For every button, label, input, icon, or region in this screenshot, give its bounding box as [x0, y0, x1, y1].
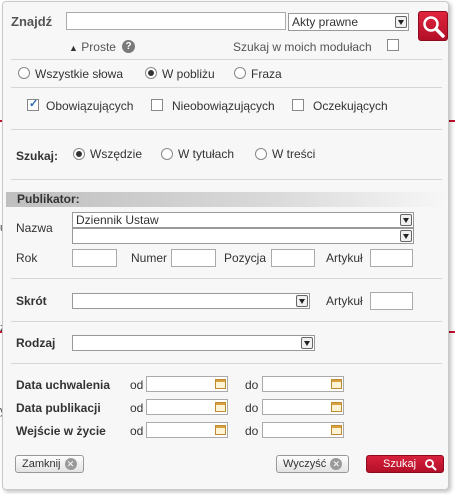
- checkbox-pending[interactable]: [292, 99, 304, 111]
- date-published-from[interactable]: [146, 399, 228, 415]
- checkbox-not-in-force-label: Nieobowiązujących: [172, 99, 275, 113]
- radio-all-words[interactable]: [18, 67, 30, 79]
- publisher-name-label: Nazwa: [16, 221, 53, 235]
- calendar-icon[interactable]: [215, 402, 226, 412]
- simple-mode-link[interactable]: ▲ Proste: [69, 40, 116, 54]
- chevron-down-icon: [400, 230, 412, 242]
- date-from-label: od: [130, 401, 144, 415]
- date-from-label: od: [130, 378, 144, 392]
- chevron-down-icon: [301, 337, 313, 349]
- radio-content-label: W treści: [272, 147, 316, 161]
- close-button-label: Zamknij: [22, 458, 61, 470]
- date-effective-label: Wejście w życie: [16, 424, 106, 438]
- abbrev-label: Skrót: [16, 294, 47, 308]
- divider: [11, 278, 442, 279]
- publisher-article-input[interactable]: [370, 249, 413, 267]
- radio-nearby-label: W pobliżu: [162, 67, 215, 81]
- checkbox-in-force-label: Obowiązujących: [46, 99, 134, 113]
- triangle-up-icon: ▲: [69, 43, 78, 53]
- radio-content[interactable]: [255, 148, 267, 160]
- abbrev-article-input[interactable]: [370, 292, 413, 310]
- number-label: Numer: [131, 251, 168, 265]
- radio-titles-label: W tytułach: [178, 147, 235, 161]
- clear-button-label: Wyczyść: [283, 458, 327, 470]
- my-modules-label: Szukaj w moich modułach: [233, 40, 372, 54]
- scope-select-value: Akty prawne: [292, 15, 359, 29]
- date-from-label: od: [130, 424, 144, 438]
- my-modules-checkbox[interactable]: [387, 39, 399, 51]
- chevron-down-icon: [296, 295, 308, 307]
- date-published-to[interactable]: [262, 399, 344, 415]
- calendar-icon[interactable]: [331, 402, 342, 412]
- radio-all-words-label: Wszystkie słowa: [35, 67, 124, 81]
- divider: [11, 59, 442, 60]
- date-to-label: do: [245, 378, 259, 392]
- search-in-label: Szukaj:: [16, 149, 59, 163]
- close-icon: ✕: [64, 458, 77, 471]
- search-button[interactable]: [418, 11, 448, 41]
- position-label: Pozycja: [224, 251, 267, 265]
- date-adopted-to[interactable]: [262, 376, 344, 392]
- radio-phrase[interactable]: [234, 67, 246, 79]
- scope-select[interactable]: Akty prawne: [288, 13, 409, 31]
- date-to-label: do: [245, 401, 259, 415]
- divider: [11, 363, 442, 364]
- year-input[interactable]: [72, 249, 117, 267]
- abbrev-article-label: Artykuł: [326, 294, 363, 308]
- radio-nearby[interactable]: [145, 67, 157, 79]
- advanced-search-panel: Znajdź Akty prawne ▲ Proste ? Szukaj w m…: [2, 1, 449, 490]
- date-effective-to[interactable]: [262, 422, 344, 438]
- position-input[interactable]: [271, 249, 315, 267]
- help-icon[interactable]: ?: [122, 40, 135, 53]
- search-icon: [425, 459, 437, 471]
- radio-titles[interactable]: [161, 148, 173, 160]
- checkbox-in-force[interactable]: [27, 97, 39, 111]
- simple-mode-label: Proste: [81, 40, 116, 54]
- kind-select[interactable]: [72, 335, 315, 351]
- year-label: Rok: [16, 251, 38, 265]
- calendar-icon[interactable]: [215, 425, 226, 435]
- publisher-header: Publikator:: [6, 192, 447, 207]
- radio-phrase-label: Fraza: [251, 67, 282, 81]
- clear-button[interactable]: Wyczyść ✕: [276, 455, 350, 473]
- publisher-name-select[interactable]: Dziennik Ustaw: [72, 212, 414, 228]
- checkbox-pending-label: Oczekujących: [313, 99, 388, 113]
- divider: [11, 321, 442, 322]
- close-icon: ✕: [330, 458, 343, 471]
- date-effective-from[interactable]: [146, 422, 228, 438]
- publisher-name-select-2[interactable]: [72, 228, 414, 244]
- abbrev-select[interactable]: [72, 293, 310, 309]
- kind-label: Rodzaj: [16, 336, 56, 350]
- date-to-label: do: [245, 424, 259, 438]
- date-adopted-label: Data uchwalenia: [16, 378, 111, 392]
- calendar-icon[interactable]: [331, 379, 342, 389]
- search-icon: [423, 16, 445, 38]
- number-input[interactable]: [171, 249, 216, 267]
- divider: [11, 87, 442, 88]
- divider: [11, 179, 442, 180]
- search-label: Znajdź: [11, 14, 53, 29]
- divider: [11, 129, 442, 130]
- submit-search-button[interactable]: Szukaj: [366, 455, 444, 473]
- calendar-icon[interactable]: [215, 379, 226, 389]
- close-button[interactable]: Zamknij ✕: [15, 455, 84, 473]
- calendar-icon[interactable]: [331, 425, 342, 435]
- radio-everywhere-label: Wszędzie: [90, 147, 143, 161]
- checkbox-not-in-force[interactable]: [151, 99, 163, 111]
- chevron-down-icon: [400, 214, 412, 226]
- date-adopted-from[interactable]: [146, 376, 228, 392]
- publisher-name-value: Dziennik Ustaw: [76, 213, 159, 227]
- search-input[interactable]: [66, 12, 286, 30]
- chevron-down-icon: [395, 16, 407, 28]
- date-published-label: Data publikacji: [16, 401, 101, 415]
- radio-everywhere[interactable]: [73, 148, 85, 160]
- publisher-article-label: Artykuł: [326, 251, 363, 265]
- submit-search-label: Szukaj: [383, 458, 417, 470]
